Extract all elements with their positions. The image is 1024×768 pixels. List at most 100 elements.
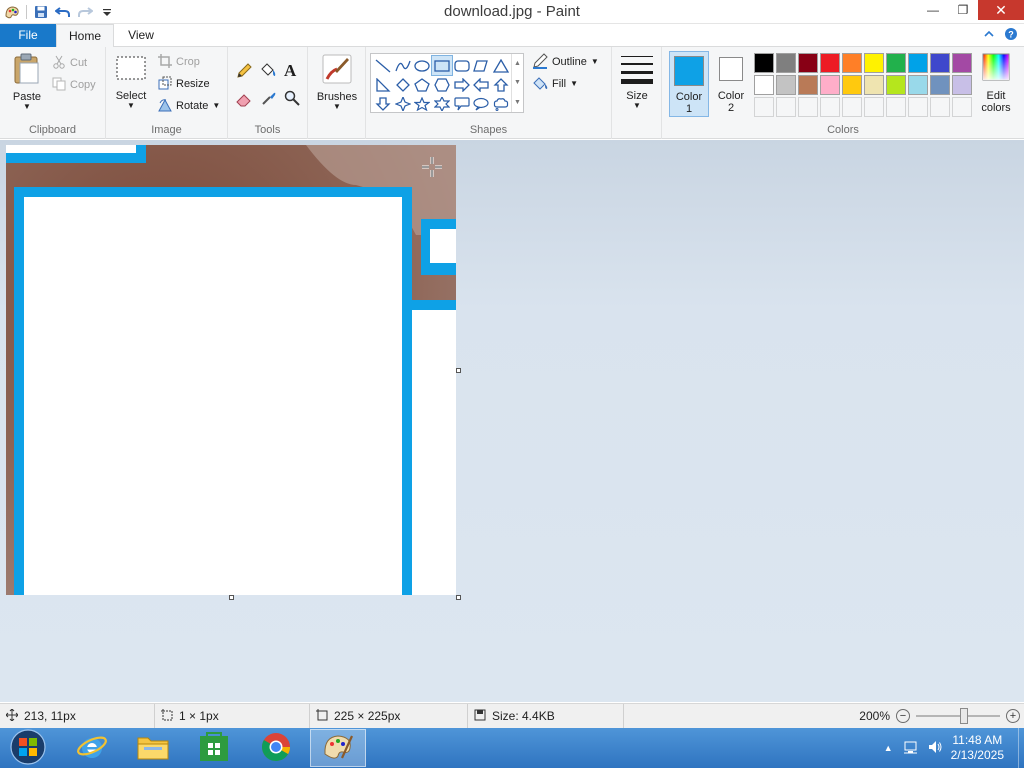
magnifier-icon[interactable] [284,90,300,109]
redo-icon[interactable] [77,4,93,20]
palette-custom-slot-6[interactable] [864,97,884,117]
close-button[interactable]: ✕ [978,0,1024,20]
zoom-in-button[interactable]: + [1006,709,1020,723]
oval-shape-icon[interactable] [412,56,432,75]
palette-swatch-1-9[interactable] [930,53,950,73]
palette-swatch-2-4[interactable] [820,75,840,95]
resize-button[interactable]: Resize [158,75,210,93]
tab-home[interactable]: Home [56,24,114,48]
customize-qat-icon[interactable] [99,4,115,20]
resize-handle-right[interactable] [456,368,461,373]
palette-swatch-1-8[interactable] [908,53,928,73]
palette-swatch-2-9[interactable] [930,75,950,95]
rounded-rectangle-shape-icon[interactable] [452,56,472,75]
palette-custom-slot-7[interactable] [886,97,906,117]
rotate-button[interactable]: Rotate ▼ [158,97,220,115]
help-icon[interactable]: ? [1004,27,1018,44]
six-point-star-shape-icon[interactable] [432,94,452,113]
resize-handle-bottom[interactable] [229,595,234,600]
scroll-up-icon[interactable]: ▲ [514,60,521,67]
polygon-shape-icon[interactable] [471,56,491,75]
color1-button[interactable]: Color 1 [669,51,709,117]
palette-swatch-2-2[interactable] [776,75,796,95]
volume-icon[interactable] [927,739,943,758]
palette-swatch-1-3[interactable] [798,53,818,73]
undo-icon[interactable] [55,4,71,20]
text-tool-icon[interactable]: A [284,61,296,81]
cloud-callout-shape-icon[interactable] [491,94,511,113]
palette-swatch-1-5[interactable] [842,53,862,73]
gallery-expand-icon[interactable]: ▼ [514,99,521,106]
palette-custom-slot-2[interactable] [776,97,796,117]
eraser-icon[interactable] [236,91,252,110]
show-desktop-button[interactable] [1018,728,1024,768]
palette-swatch-2-5[interactable] [842,75,862,95]
line-shape-icon[interactable] [373,56,393,75]
palette-swatch-2-6[interactable] [864,75,884,95]
tab-file[interactable]: File [0,24,56,47]
restore-button[interactable]: ❐ [948,0,978,20]
hexagon-shape-icon[interactable] [432,75,452,94]
select-button[interactable]: Select ▼ [112,55,150,110]
canvas-workspace[interactable] [0,140,1024,702]
palette-swatch-2-3[interactable] [798,75,818,95]
left-arrow-shape-icon[interactable] [471,75,491,94]
taskbar-store[interactable] [186,729,242,767]
fill-bucket-icon[interactable] [259,62,277,81]
scroll-down-icon[interactable]: ▼ [514,79,521,86]
fill-button[interactable]: Fill ▼ [532,75,578,93]
brushes-button[interactable]: Brushes ▼ [314,53,360,111]
cut-button[interactable]: Cut [52,54,87,72]
minimize-button[interactable]: — [918,0,948,20]
palette-custom-slot-3[interactable] [798,97,818,117]
rounded-callout-shape-icon[interactable] [452,94,472,113]
shapes-scrollbar[interactable]: ▲ ▼ ▼ [511,54,523,112]
resize-handle-corner[interactable] [456,595,461,600]
pentagon-shape-icon[interactable] [412,75,432,94]
right-arrow-shape-icon[interactable] [452,75,472,94]
zoom-slider[interactable] [916,708,1000,724]
color2-button[interactable]: Color 2 [712,51,750,117]
zoom-slider-thumb[interactable] [960,708,968,724]
triangle-shape-icon[interactable] [491,56,511,75]
save-icon[interactable] [33,4,49,20]
zoom-out-button[interactable]: − [896,709,910,723]
palette-swatch-1-1[interactable] [754,53,774,73]
image-canvas[interactable] [6,145,456,595]
palette-custom-slot-10[interactable] [952,97,972,117]
palette-swatch-1-7[interactable] [886,53,906,73]
taskbar-internet-explorer[interactable] [64,729,120,767]
four-point-star-shape-icon[interactable] [393,94,413,113]
palette-custom-slot-5[interactable] [842,97,862,117]
paint-app-icon[interactable] [4,4,20,20]
start-button[interactable] [0,728,56,767]
color-picker-icon[interactable] [261,90,277,109]
palette-custom-slot-4[interactable] [820,97,840,117]
taskbar-clock[interactable]: 11:48 AM 2/13/2025 [951,733,1004,763]
taskbar-chrome[interactable] [248,729,304,767]
palette-swatch-2-10[interactable] [952,75,972,95]
palette-swatch-1-6[interactable] [864,53,884,73]
palette-swatch-2-8[interactable] [908,75,928,95]
copy-button[interactable]: Copy [52,76,96,94]
five-point-star-shape-icon[interactable] [412,94,432,113]
rectangle-shape-icon[interactable] [431,55,453,76]
palette-custom-slot-1[interactable] [754,97,774,117]
up-arrow-shape-icon[interactable] [491,75,511,94]
curve-shape-icon[interactable] [393,56,413,75]
crop-button[interactable]: Crop [158,53,200,71]
palette-custom-slot-8[interactable] [908,97,928,117]
right-triangle-shape-icon[interactable] [373,75,393,94]
network-icon[interactable] [903,739,919,758]
tab-view[interactable]: View [116,24,166,47]
taskbar-file-explorer[interactable] [125,729,181,767]
outline-button[interactable]: Outline ▼ [532,52,599,71]
down-arrow-shape-icon[interactable] [373,94,393,113]
palette-swatch-1-4[interactable] [820,53,840,73]
taskbar-paint[interactable] [310,729,366,767]
collapse-ribbon-icon[interactable] [984,27,994,44]
paste-button[interactable]: Paste ▼ [6,53,48,111]
show-hidden-icons-icon[interactable]: ▲ [884,743,893,753]
palette-swatch-1-2[interactable] [776,53,796,73]
palette-swatch-2-7[interactable] [886,75,906,95]
